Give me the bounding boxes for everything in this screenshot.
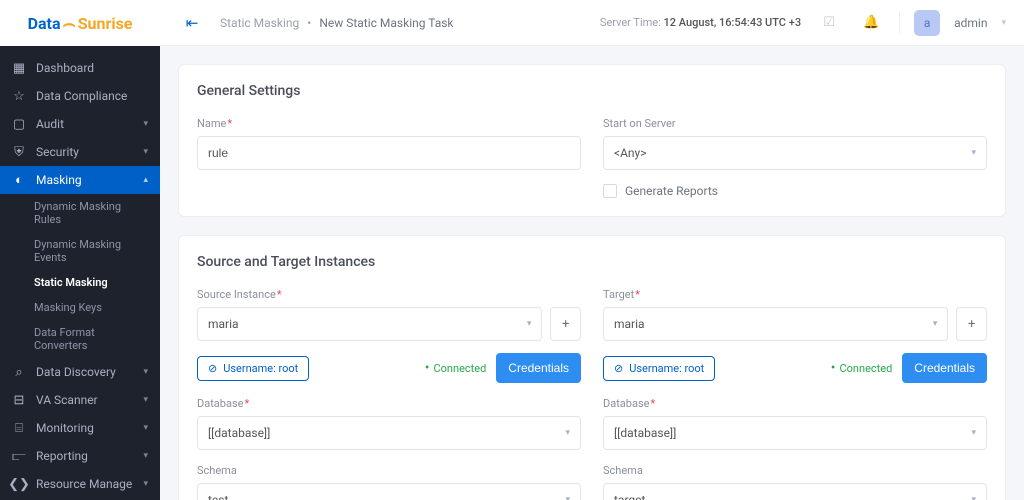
chevron-down-icon: ▾ xyxy=(143,147,148,157)
sidebar-item-dashboard[interactable]: ▦Dashboard xyxy=(0,54,160,82)
chevron-down-icon: ▾ xyxy=(527,319,532,329)
scanner-icon: ⊟ xyxy=(12,393,26,407)
sidebar-item-data-compliance[interactable]: ☆Data Compliance xyxy=(0,82,160,110)
card-title: Source and Target Instances xyxy=(197,254,987,270)
sidebar-item-monitoring[interactable]: ⌸Monitoring▾ xyxy=(0,414,160,442)
target-schema-select[interactable]: target ▾ xyxy=(603,483,987,500)
card-title: General Settings xyxy=(197,83,987,99)
source-database-select[interactable]: [[database]] ▾ xyxy=(197,416,581,450)
chevron-down-icon: ▾ xyxy=(565,428,570,438)
source-instance-label: Source Instance xyxy=(197,288,581,301)
chart-icon: ⫍ xyxy=(12,449,26,463)
star-icon: ☆ xyxy=(12,89,26,103)
chevron-down-icon: ▾ xyxy=(143,423,148,433)
source-username-pill[interactable]: ⊘Username: root xyxy=(197,356,309,381)
target-credentials-button[interactable]: Credentials xyxy=(902,353,987,383)
name-input[interactable] xyxy=(197,136,581,170)
source-database-label: Database xyxy=(197,397,581,410)
sidebar: Data⌢Sunrise ▦Dashboard ☆Data Compliance… xyxy=(0,0,160,500)
mask-icon: ◐ xyxy=(12,173,26,187)
target-connected-status: Connected xyxy=(831,360,893,376)
subitem-dynamic-masking-rules[interactable]: Dynamic Masking Rules xyxy=(0,194,160,232)
sidebar-item-resource-manager[interactable]: ❮❯Resource Manager▾ xyxy=(0,470,160,498)
subitem-masking-keys[interactable]: Masking Keys xyxy=(0,295,160,320)
chevron-down-icon: ▾ xyxy=(143,451,148,461)
logo-text-2: Sunrise xyxy=(78,14,133,33)
breadcrumb-current: New Static Masking Task xyxy=(319,16,453,30)
source-instance-select[interactable]: maria ▾ xyxy=(197,307,542,341)
sidebar-item-audit[interactable]: ▢Audit▾ xyxy=(0,110,160,138)
logo-text-1: Data xyxy=(28,14,61,33)
sidebar-item-security[interactable]: ⛨Security▾ xyxy=(0,138,160,166)
breadcrumb-sep: • xyxy=(307,16,311,30)
subitem-static-masking[interactable]: Static Masking xyxy=(0,270,160,295)
user-name[interactable]: admin xyxy=(954,16,987,30)
target-database-select[interactable]: [[database]] ▾ xyxy=(603,416,987,450)
monitor-icon: ⌸ xyxy=(12,421,26,435)
shield-icon: ⛨ xyxy=(12,145,26,159)
target-username-pill[interactable]: ⊘Username: root xyxy=(603,356,715,381)
checkbox-icon xyxy=(603,184,617,198)
avatar[interactable]: a xyxy=(914,10,940,36)
sidebar-item-reporting[interactable]: ⫍Reporting▾ xyxy=(0,442,160,470)
generate-reports-checkbox[interactable]: Generate Reports xyxy=(603,184,987,198)
target-label: Target xyxy=(603,288,987,301)
subitem-dynamic-masking-events[interactable]: Dynamic Masking Events xyxy=(0,232,160,270)
check-icon: ⊘ xyxy=(614,362,623,375)
search-icon: ⌕ xyxy=(12,365,26,379)
target-schema-label: Schema xyxy=(603,464,987,477)
target-select[interactable]: maria ▾ xyxy=(603,307,948,341)
logo-arc-icon: ⌢ xyxy=(63,11,76,35)
sidebar-item-va-scanner[interactable]: ⊟VA Scanner▾ xyxy=(0,386,160,414)
start-on-server-select[interactable]: <Any> ▾ xyxy=(603,136,987,170)
check-icon[interactable]: ☑ xyxy=(815,9,843,37)
card-general-settings: General Settings Name Start on Server <A… xyxy=(178,64,1006,217)
header: ⇤ Static Masking • New Static Masking Ta… xyxy=(160,0,1024,46)
source-schema-label: Schema xyxy=(197,464,581,477)
target-database-label: Database xyxy=(603,397,987,410)
chevron-down-icon[interactable]: ▾ xyxy=(1001,18,1006,28)
content: General Settings Name Start on Server <A… xyxy=(160,46,1024,500)
document-icon: ▢ xyxy=(12,117,26,131)
card-source-target: Source and Target Instances Source Insta… xyxy=(178,235,1006,500)
chevron-down-icon: ▾ xyxy=(143,395,148,405)
logo[interactable]: Data⌢Sunrise xyxy=(0,0,160,46)
chevron-down-icon: ▾ xyxy=(565,495,570,500)
breadcrumb: Static Masking • New Static Masking Task xyxy=(220,16,586,30)
server-time: Server Time: 12 August, 16:54:43 UTC +3 xyxy=(600,16,801,29)
check-icon: ⊘ xyxy=(208,362,217,375)
start-on-server-label: Start on Server xyxy=(603,117,987,130)
add-source-button[interactable]: + xyxy=(550,307,581,341)
sidebar-item-masking[interactable]: ◐Masking▴ xyxy=(0,166,160,194)
chevron-down-icon: ▾ xyxy=(933,319,938,329)
chevron-up-icon: ▴ xyxy=(143,175,148,185)
chevron-down-icon: ▾ xyxy=(971,148,976,158)
source-connected-status: Connected xyxy=(425,360,487,376)
chevron-down-icon: ▾ xyxy=(143,119,148,129)
subitem-data-format-converters[interactable]: Data Format Converters xyxy=(0,320,160,358)
nav: ▦Dashboard ☆Data Compliance ▢Audit▾ ⛨Sec… xyxy=(0,46,160,500)
source-schema-select[interactable]: test ▾ xyxy=(197,483,581,500)
chevron-down-icon: ▾ xyxy=(971,428,976,438)
chevron-down-icon: ▾ xyxy=(143,367,148,377)
breadcrumb-parent[interactable]: Static Masking xyxy=(220,16,299,30)
grid-icon: ▦ xyxy=(12,61,26,75)
bell-icon[interactable]: 🔔 xyxy=(857,9,885,37)
add-target-button[interactable]: + xyxy=(956,307,987,341)
chevron-down-icon: ▾ xyxy=(971,495,976,500)
name-label: Name xyxy=(197,117,581,130)
toggle-sidebar-button[interactable]: ⇤ xyxy=(178,9,206,37)
source-credentials-button[interactable]: Credentials xyxy=(496,353,581,383)
sidebar-item-data-discovery[interactable]: ⌕Data Discovery▾ xyxy=(0,358,160,386)
code-icon: ❮❯ xyxy=(12,477,26,491)
chevron-down-icon: ▾ xyxy=(143,479,148,489)
